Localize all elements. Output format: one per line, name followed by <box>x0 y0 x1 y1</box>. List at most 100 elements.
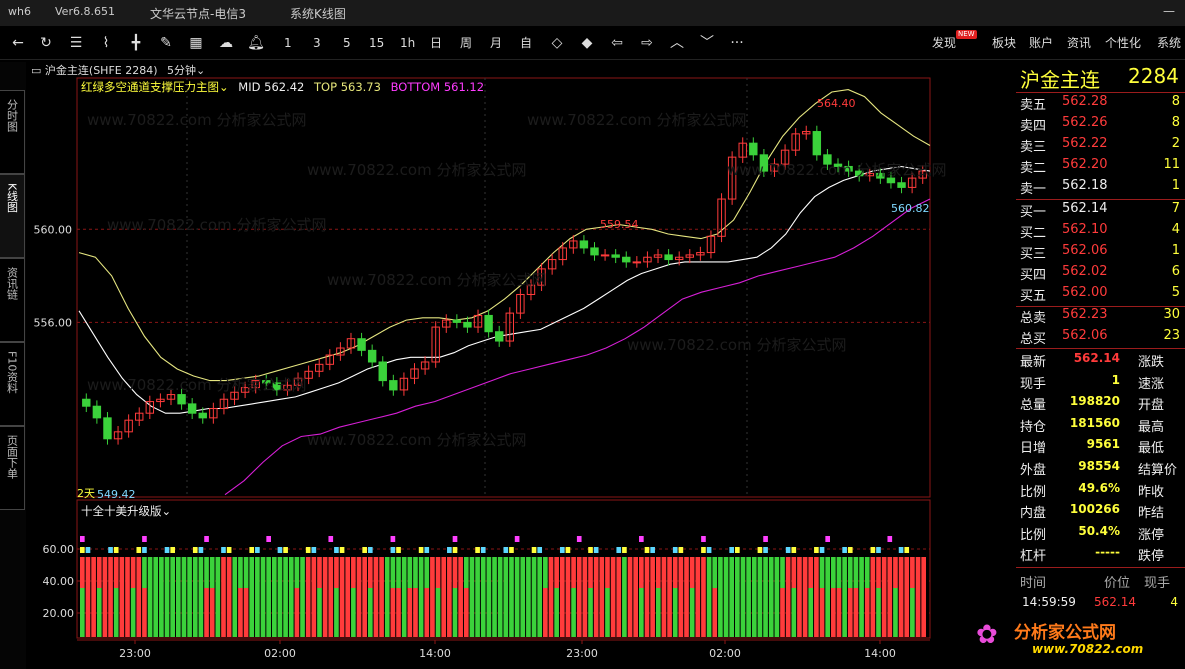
bid-price[interactable]: 562.10 <box>1062 222 1108 237</box>
sub-bar-lower <box>661 588 667 637</box>
custom-link[interactable]: 个性化 <box>1105 33 1141 53</box>
ask-price[interactable]: 562.20 <box>1062 157 1108 172</box>
signal-mark <box>559 547 565 553</box>
tab-intraday[interactable]: 分时图 <box>0 90 25 174</box>
period-month[interactable]: 月 <box>490 33 502 53</box>
sub-bar-lower <box>91 588 96 637</box>
ticks-time-header: 时间 <box>1020 576 1047 591</box>
candle-body <box>664 254 673 261</box>
chart-area[interactable]: ▭ 沪金主连(SHFE 2284) 5分钟⌄ 红绿多空通道支撑压力主图⌄ MID… <box>27 60 1015 669</box>
minimize-icon[interactable]: — <box>1160 4 1178 20</box>
ask-price[interactable]: 562.22 <box>1062 136 1108 151</box>
grid-icon[interactable]: ▦ <box>186 33 206 53</box>
stat-right-label: 跌停 <box>1138 549 1165 565</box>
sub-bar-upper <box>627 557 633 588</box>
signal-mark <box>735 547 740 553</box>
sub-bar-upper <box>616 557 622 588</box>
tab-f10[interactable]: F10资料 <box>0 342 25 426</box>
signal-mark <box>509 547 514 553</box>
sub-bar-lower <box>322 588 328 637</box>
signal-mark <box>898 547 904 553</box>
arrow-up-icon[interactable]: ︿ <box>667 33 687 53</box>
bid-vol: 7 <box>1171 201 1180 216</box>
sub-bar-lower <box>328 588 334 637</box>
line-chart-icon[interactable]: ⌇ <box>96 33 116 53</box>
arrow-right-icon[interactable]: ⇨ <box>637 33 657 53</box>
sub-bar-lower <box>480 588 486 637</box>
zoom-out-icon[interactable]: ◆ <box>577 33 597 53</box>
sub-bar-lower <box>266 588 271 637</box>
sub-bar-lower <box>791 588 797 637</box>
sub-bar-lower <box>797 588 802 637</box>
server-node[interactable]: 文华云节点-电信3 <box>150 5 246 22</box>
sub-bar-upper <box>780 557 785 588</box>
list-icon[interactable]: ☰ <box>66 33 86 53</box>
drawing-icon[interactable]: ✎ <box>156 33 176 53</box>
tab-kline[interactable]: K线图 <box>0 174 25 258</box>
signal-mark <box>362 547 367 553</box>
bid-price[interactable]: 562.00 <box>1062 285 1108 300</box>
sub-bar-upper <box>243 557 249 588</box>
back-arrow-icon[interactable]: ← <box>8 33 28 53</box>
zoom-in-icon[interactable]: ◇ <box>547 33 567 53</box>
period-1h[interactable]: 1h <box>400 33 415 53</box>
sub-bar-upper <box>763 557 768 588</box>
signal-mark <box>503 547 509 553</box>
ask-price[interactable]: 562.26 <box>1062 115 1108 130</box>
period-day[interactable]: 日 <box>430 33 442 53</box>
sub-bar-upper <box>740 557 746 588</box>
x-tick-label: 23:00 <box>119 647 151 660</box>
kline-chart[interactable]: 560.00 556.00 60.00 40.00 20.00 23:00 02:00 14:… <box>27 60 1015 669</box>
cloud-icon[interactable]: ☁ <box>216 33 236 53</box>
arrow-left-icon[interactable]: ⇦ <box>607 33 627 53</box>
sector-link[interactable]: 板块 <box>992 33 1016 53</box>
bid-price[interactable]: 562.06 <box>1062 243 1108 258</box>
sub-bar-upper <box>842 557 847 588</box>
sub-y-tick-label: 60.00 <box>43 543 75 556</box>
sub-bar-upper <box>288 557 294 588</box>
period-15[interactable]: 15 <box>369 33 384 53</box>
period-1[interactable]: 1 <box>284 33 292 53</box>
sub-bar-upper <box>345 557 351 588</box>
sub-bar-lower <box>876 588 881 637</box>
tab-news-chain[interactable]: 资讯链 <box>0 258 25 342</box>
system-link[interactable]: 系统 <box>1157 33 1181 53</box>
news-link[interactable]: 资讯 <box>1067 33 1091 53</box>
sub-bar-upper <box>447 557 452 588</box>
bell-icon[interactable]: 🔔︎ <box>246 33 266 53</box>
sub-bar-upper <box>712 557 718 588</box>
period-5[interactable]: 5 <box>343 33 351 53</box>
ask-price[interactable]: 562.28 <box>1062 94 1108 109</box>
signal-mark-top <box>701 536 706 542</box>
bid-label: 买一 <box>1020 205 1047 220</box>
last-price-annotation: 560.82 <box>891 202 930 215</box>
candle-icon[interactable]: ╋ <box>126 33 146 53</box>
arrow-down-icon[interactable]: ﹀ <box>697 33 717 53</box>
sub-bar-upper <box>187 557 192 588</box>
candle-body <box>579 240 589 249</box>
tab-order[interactable]: 页面下单 <box>0 426 25 510</box>
sub-bar-upper <box>853 557 859 588</box>
total-sell-price: 562.23 <box>1062 307 1108 322</box>
signal-mark <box>85 547 91 553</box>
bid-price[interactable]: 562.14 <box>1062 201 1108 216</box>
chevron-down-icon[interactable]: ⌄ <box>162 504 172 518</box>
sub-indicator-name[interactable]: 十全十美升级版 <box>81 504 162 518</box>
more-icon[interactable]: ··· <box>727 33 747 53</box>
account-link[interactable]: 账户 <box>1029 33 1053 53</box>
tick-price: 562.14 <box>1094 595 1136 609</box>
period-custom[interactable]: 自 <box>520 33 532 53</box>
bid-price[interactable]: 562.02 <box>1062 264 1108 279</box>
discover-link[interactable]: 发现 <box>932 33 956 53</box>
candle-body <box>103 417 112 440</box>
sub-bar-lower <box>893 588 898 637</box>
refresh-icon[interactable]: ↻ <box>36 33 56 53</box>
period-3[interactable]: 3 <box>313 33 321 53</box>
sub-bar-lower <box>108 588 113 637</box>
sub-bar-upper <box>351 557 356 588</box>
ask-price[interactable]: 562.18 <box>1062 178 1108 193</box>
sub-bar-upper <box>492 557 497 588</box>
sub-bar-lower <box>113 588 119 637</box>
period-week[interactable]: 周 <box>460 33 472 53</box>
candle-body <box>378 361 387 382</box>
